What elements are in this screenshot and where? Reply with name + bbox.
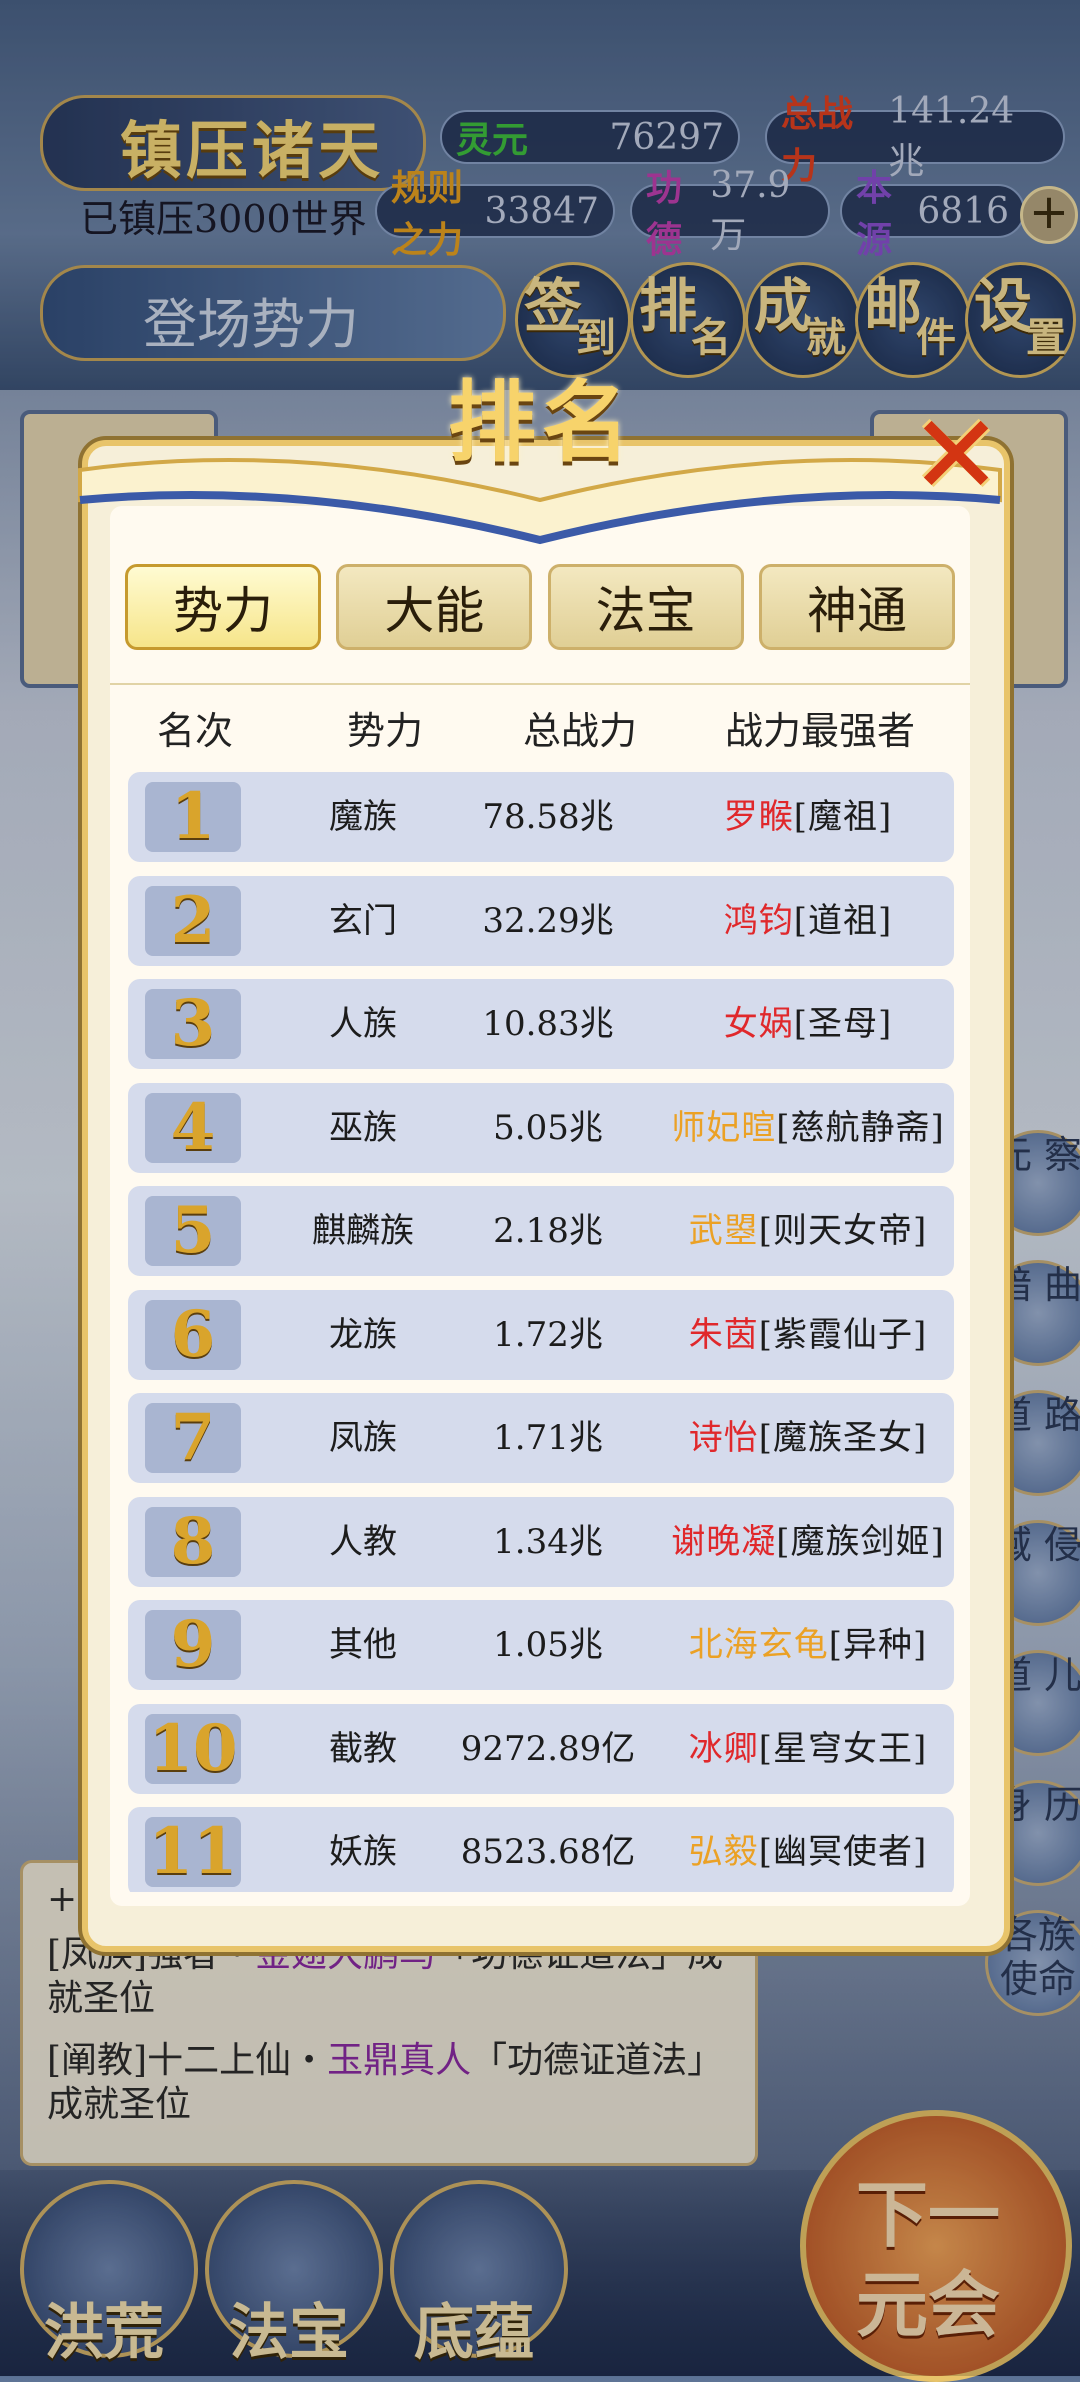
power-cell: 2.18兆	[493, 1211, 603, 1251]
power-cell: 78.58兆	[482, 797, 614, 837]
table-row[interactable]: 1 魔族 78.58兆 罗睺[魔祖]	[128, 772, 954, 862]
rank-badge: 5	[145, 1196, 241, 1266]
faction-cell: 人族	[329, 1004, 397, 1044]
table-row[interactable]: 11 妖族 8523.68亿 弘毅[幽冥使者]	[128, 1807, 954, 1892]
rank-badge: 11	[145, 1817, 241, 1887]
strongest-name: 冰卿	[688, 1728, 759, 1769]
strongest-name: 武曌	[688, 1211, 759, 1251]
rank-badge: 6	[145, 1299, 241, 1370]
table-row[interactable]: 8 人教 1.34兆 谢晚凝[魔族剑姬]	[128, 1496, 954, 1587]
faction-cell: 凤族	[329, 1418, 397, 1458]
power-cell: 1.72兆	[493, 1314, 603, 1355]
strongest-title: [慈航静斋]	[776, 1107, 945, 1148]
tab-treasure[interactable]: 法宝	[547, 564, 744, 650]
strongest-name: 弘毅	[688, 1832, 759, 1872]
table-row[interactable]: 4 巫族 5.05兆 师妃暄[慈航静斋]	[128, 1082, 954, 1173]
rank-badge: 3	[145, 989, 241, 1059]
rank-badge: 2	[145, 885, 241, 956]
strongest-cell: 诗怡[魔族圣女]	[658, 1393, 954, 1483]
column-header-rank: 名次	[156, 709, 233, 753]
table-row[interactable]: 9 其他 1.05兆 北海玄龟[异种]	[128, 1600, 954, 1690]
ranking-tabs: 势力 大能 法宝 神通	[125, 564, 955, 654]
power-cell: 10.83兆	[482, 1004, 614, 1044]
close-icon[interactable]: ✕	[910, 400, 1010, 510]
rank-badge: 4	[145, 1092, 241, 1163]
power-cell: 1.71兆	[493, 1418, 603, 1458]
tab-faction[interactable]: 势力	[125, 564, 321, 650]
strongest-title: [魔祖]	[793, 797, 893, 837]
strongest-cell: 弘毅[幽冥使者]	[658, 1807, 954, 1892]
power-cell: 9272.89亿	[460, 1728, 636, 1769]
table-row[interactable]: 10 截教 9272.89亿 冰卿[星穹女王]	[128, 1703, 954, 1794]
strongest-title: [圣母]	[793, 1004, 893, 1044]
strongest-cell: 师妃暄[慈航静斋]	[658, 1083, 954, 1173]
strongest-title: [紫霞仙子]	[758, 1314, 928, 1355]
strongest-title: [魔族圣女]	[758, 1418, 928, 1458]
strongest-cell: 鸿钧[道祖]	[658, 876, 954, 966]
header-divider	[110, 683, 970, 685]
faction-cell: 龙族	[329, 1314, 397, 1355]
tab-skill[interactable]: 神通	[758, 564, 955, 650]
strongest-cell: 北海玄龟[异种]	[658, 1600, 954, 1690]
strongest-title: [星穹女王]	[758, 1728, 928, 1769]
power-cell: 1.05兆	[493, 1625, 603, 1665]
ranking-list[interactable]: 1 魔族 78.58兆 罗睺[魔祖] 2 玄门 32.29兆 鸿钧[道祖] 3 人族 10.83兆 女…	[128, 772, 954, 1892]
strongest-cell: 谢晚凝[魔族剑姬]	[658, 1497, 954, 1587]
table-row[interactable]: 2 玄门 32.29兆 鸿钧[道祖]	[128, 875, 954, 966]
strongest-cell: 罗睺[魔祖]	[658, 772, 954, 862]
power-cell: 8523.68亿	[460, 1832, 636, 1872]
table-row[interactable]: 5 麒麟族 2.18兆 武曌[则天女帝]	[128, 1186, 954, 1276]
strongest-cell: 朱茵[紫霞仙子]	[658, 1290, 954, 1380]
strongest-cell: 女娲[圣母]	[658, 979, 954, 1069]
faction-cell: 截教	[329, 1728, 397, 1769]
strongest-name: 女娲	[723, 1004, 794, 1044]
rank-badge: 8	[145, 1506, 241, 1577]
strongest-name: 谢晚凝	[671, 1521, 777, 1562]
power-cell: 32.29兆	[482, 900, 614, 941]
faction-cell: 麒麟族	[312, 1211, 414, 1251]
rank-badge: 10	[145, 1713, 241, 1784]
strongest-name: 北海玄龟	[688, 1625, 829, 1665]
faction-cell: 魔族	[329, 797, 397, 837]
rank-badge: 7	[145, 1403, 241, 1473]
faction-cell: 玄门	[329, 900, 397, 941]
strongest-cell: 冰卿[星穹女王]	[658, 1704, 954, 1794]
column-header-faction: 势力	[346, 709, 423, 753]
modal-title: 排名	[448, 370, 637, 474]
strongest-name: 诗怡	[688, 1418, 759, 1458]
strongest-title: [异种]	[828, 1625, 928, 1665]
strongest-cell: 武曌[则天女帝]	[658, 1186, 954, 1276]
faction-cell: 人教	[329, 1521, 397, 1562]
strongest-name: 师妃暄	[671, 1107, 777, 1148]
table-row[interactable]: 7 凤族 1.71兆 诗怡[魔族圣女]	[128, 1393, 954, 1483]
strongest-title: [魔族剑姬]	[776, 1521, 945, 1562]
column-header-strongest: 战力最强者	[724, 709, 915, 753]
strongest-name: 鸿钧	[723, 900, 794, 941]
table-row[interactable]: 6 龙族 1.72兆 朱茵[紫霞仙子]	[128, 1289, 954, 1380]
strongest-title: [道祖]	[793, 900, 893, 941]
faction-cell: 巫族	[329, 1107, 397, 1148]
strongest-title: [幽冥使者]	[758, 1832, 928, 1872]
faction-cell: 其他	[329, 1625, 397, 1665]
table-row[interactable]: 3 人族 10.83兆 女娲[圣母]	[128, 979, 954, 1069]
rank-badge: 9	[145, 1610, 241, 1680]
faction-cell: 妖族	[329, 1832, 397, 1872]
strongest-title: [则天女帝]	[758, 1211, 928, 1251]
strongest-name: 朱茵	[688, 1314, 759, 1355]
power-cell: 1.34兆	[493, 1521, 603, 1562]
tab-power-holder[interactable]: 大能	[336, 564, 533, 650]
power-cell: 5.05兆	[493, 1107, 603, 1148]
strongest-name: 罗睺	[723, 797, 794, 837]
column-header-power: 总战力	[522, 709, 637, 753]
rank-badge: 1	[145, 782, 241, 852]
